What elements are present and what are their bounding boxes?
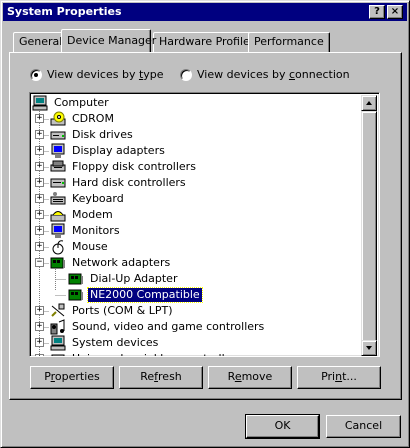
tree-item-label: NE2000 Compatible (87, 287, 203, 303)
floppy-controller-icon (50, 159, 66, 175)
disk-drive-icon (50, 127, 66, 143)
scroll-thumb[interactable] (361, 111, 377, 355)
tree-item-cdrom[interactable]: CDROM (50, 111, 116, 127)
tab-performance[interactable]: Performance (248, 32, 330, 52)
network-card-icon (68, 287, 84, 303)
tree-item-system-devices[interactable]: System devices (50, 335, 160, 351)
close-icon: × (390, 6, 400, 17)
tab-label: Performance (254, 35, 324, 48)
radio-label: View devices by connection (197, 68, 350, 81)
expand-icon[interactable]: + (35, 162, 44, 171)
expand-icon[interactable]: + (35, 306, 44, 315)
tree-item-mouse[interactable]: Mouse (50, 239, 110, 255)
tab-hardware-profiles[interactable]: Hardware Profiles (153, 32, 262, 52)
help-icon: ? (374, 6, 380, 17)
system-device-icon (50, 335, 66, 351)
tree-item-sound-video-and-game-controllers[interactable]: Sound, video and game controllers (50, 319, 266, 335)
refresh-button[interactable]: Refresh (119, 366, 203, 389)
display-adapter-icon (50, 143, 66, 159)
tree-item-network-adapters[interactable]: Network adapters (50, 255, 172, 271)
usb-icon (50, 351, 66, 356)
tab-label: General (19, 35, 63, 48)
expand-icon[interactable]: + (35, 242, 44, 251)
network-card-icon (68, 271, 84, 287)
cancel-button[interactable]: Cancel (326, 415, 401, 438)
window-title: System Properties (7, 5, 122, 18)
tree-item-label: Ports (COM & LPT) (72, 304, 173, 317)
expand-icon[interactable]: + (35, 226, 44, 235)
tree-item-display-adapters[interactable]: Display adapters (50, 143, 167, 159)
expand-icon[interactable]: + (35, 338, 44, 347)
port-icon (50, 303, 66, 319)
expand-icon[interactable]: + (35, 194, 44, 203)
scroll-up-button[interactable] (361, 95, 377, 111)
system-properties-window: System Properties ? × General Device Man… (0, 0, 410, 448)
monitor-icon (50, 223, 66, 239)
tree-item-label: Sound, video and game controllers (72, 320, 265, 333)
tree-item-ports-com-lpt[interactable]: Ports (COM & LPT) (50, 303, 175, 319)
tree-item-label: CDROM (72, 112, 114, 125)
tab-label: Hardware Profiles (159, 35, 256, 48)
view-by-type-radio[interactable]: View devices by type (30, 68, 164, 81)
scroll-down-button[interactable] (361, 340, 377, 356)
tree-item-label: Computer (54, 96, 109, 109)
expand-icon[interactable]: + (35, 354, 44, 356)
tree-item-floppy-disk-controllers[interactable]: Floppy disk controllers (50, 159, 198, 175)
cdrom-icon (50, 111, 66, 127)
expand-icon[interactable]: + (35, 210, 44, 219)
tree-item-label: Disk drives (72, 128, 133, 141)
tab-label: Device Manager (67, 34, 157, 47)
radio-label: View devices by type (47, 68, 164, 81)
tree-item-keyboard[interactable]: Keyboard (50, 191, 126, 207)
tree-item-label: Floppy disk controllers (72, 160, 196, 173)
tree-item-monitors[interactable]: Monitors (50, 223, 122, 239)
radio-indicator (180, 68, 192, 81)
keyboard-icon (50, 191, 66, 207)
tree-item-ne2000-compatible[interactable]: NE2000 Compatible (68, 287, 203, 303)
device-tree[interactable]: Computer + CDROM + Disk drives + Display adapt… (29, 92, 380, 357)
tree-item-hard-disk-controllers[interactable]: Hard disk controllers (50, 175, 188, 191)
remove-button[interactable]: Remove (208, 366, 292, 389)
tree-item-modem[interactable]: Modem (50, 207, 115, 223)
title-bar[interactable]: System Properties ? × (3, 3, 407, 21)
properties-button[interactable]: Properties (30, 366, 114, 389)
tree-item-universal-serial-bus-controller[interactable]: Universal serial bus controller (50, 351, 238, 356)
mouse-icon (50, 239, 66, 255)
expand-icon[interactable]: + (35, 114, 44, 123)
tree-item-label: Hard disk controllers (72, 176, 186, 189)
expand-icon[interactable]: + (35, 146, 44, 155)
computer-icon (32, 95, 48, 111)
print-button[interactable]: Print... (297, 366, 381, 389)
tree-item-label: Keyboard (72, 192, 124, 205)
tree-item-label: Mouse (72, 240, 108, 253)
tree-item-label: Monitors (72, 224, 120, 237)
tree-item-label: Universal serial bus controller (70, 352, 238, 356)
tree-item-label: Display adapters (72, 144, 165, 157)
tree-item-disk-drives[interactable]: Disk drives (50, 127, 135, 143)
vertical-scrollbar[interactable] (361, 95, 377, 356)
expand-icon[interactable]: + (35, 178, 44, 187)
collapse-icon[interactable]: − (35, 258, 44, 267)
help-button[interactable]: ? (369, 5, 385, 19)
modem-icon (50, 207, 66, 223)
tree-root-computer[interactable]: Computer (32, 95, 111, 111)
tab-device-manager[interactable]: Device Manager (61, 29, 156, 52)
tree-item-dial-up-adapter[interactable]: Dial-Up Adapter (68, 271, 179, 287)
tree-item-label: System devices (72, 336, 159, 349)
network-adapter-icon (50, 255, 66, 271)
sound-icon (50, 319, 66, 335)
tree-item-label: Modem (72, 208, 113, 221)
ok-button[interactable]: OK (245, 414, 320, 439)
close-button[interactable]: × (387, 5, 403, 19)
view-by-connection-radio[interactable]: View devices by connection (180, 68, 350, 81)
expand-icon[interactable]: + (35, 130, 44, 139)
hard-disk-controller-icon (50, 175, 66, 191)
expand-icon[interactable]: + (35, 322, 44, 331)
tree-item-label: Network adapters (72, 256, 171, 269)
tree-item-label: Dial-Up Adapter (90, 272, 178, 285)
radio-indicator (30, 68, 42, 81)
